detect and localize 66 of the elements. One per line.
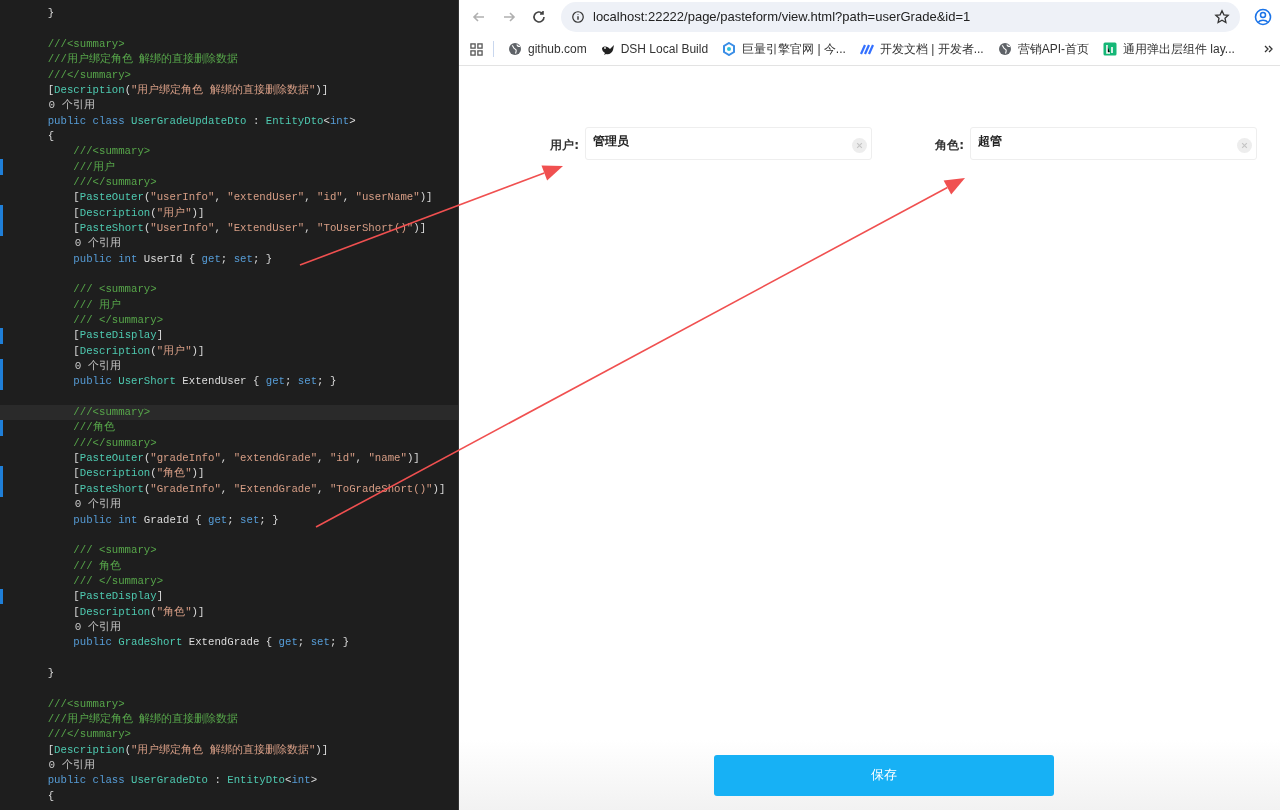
address-bar[interactable]: localhost:22222/page/pasteform/view.html?path=userGrade&id=1 (561, 1, 1240, 32)
chevrons-icon[interactable] (1264, 44, 1274, 54)
code-line: [PasteDisplay] (72, 589, 164, 605)
code-line: ///</summary> (46, 727, 132, 743)
bookmark[interactable]: 巨量引擎官网 | 今... (722, 40, 846, 58)
info-icon[interactable] (571, 9, 585, 24)
code-line: ///角色 (72, 420, 115, 436)
code-line: 0 个引用 (73, 619, 121, 635)
field-label: 角色: (934, 137, 964, 154)
code-line: [PasteDisplay] (72, 328, 164, 344)
bookmark[interactable]: 通用弹出层组件 lay... (1103, 40, 1235, 58)
stripes-logo-icon (859, 42, 874, 56)
code-line: 0 个引用 (73, 359, 121, 375)
code-line: public int UserId { get; set; } (72, 251, 273, 267)
code-line: { (46, 788, 55, 804)
tile-logo-icon (1103, 42, 1117, 56)
swirl-logo-icon (722, 42, 737, 56)
star-icon[interactable] (1214, 8, 1230, 25)
code-line: public class UserGradeUpdateDto : EntityDto<int> (46, 113, 356, 129)
code-line: public int GradeId { get; set; } (72, 512, 279, 528)
code-line: [PasteOuter("gradeInfo", "extendGrade", "id", "name")] (72, 451, 420, 467)
code-line: } (46, 665, 55, 681)
code-line: [Description("用户绑定角色 解绑的直接删除数据")] (46, 742, 329, 758)
code-line: [PasteOuter("userInfo", "extendUser", "id", "userName")] (72, 190, 433, 206)
code-line: public class UserGradeDto : EntityDto<int> (46, 773, 318, 789)
code-line: ///</summary> (72, 435, 157, 451)
code-line: ///用户绑定角色 解绑的直接删除数据 (46, 712, 239, 727)
bookmark[interactable]: 开发文档 | 开发者... (859, 40, 984, 58)
code-line: ///<summary> (72, 405, 151, 421)
code-line: /// 用户 (72, 297, 121, 313)
bookmark[interactable]: DSH Local Build (600, 42, 709, 56)
code-line: ///<summary> (46, 36, 125, 52)
code-line: ///用户绑定角色 解绑的直接删除数据 (46, 52, 239, 68)
code-line: public UserShort ExtendUser { get; set; } (72, 374, 337, 390)
apps-grid-icon[interactable] (470, 42, 483, 56)
code-line: 0 个引用 (47, 98, 95, 114)
code-line: ///用户 (72, 159, 115, 175)
input-field[interactable]: 超管 (970, 127, 1257, 160)
bookmark[interactable]: 营销API-首页 (997, 40, 1089, 58)
profile-icon[interactable] (1254, 7, 1272, 26)
reload-icon[interactable] (531, 8, 547, 25)
code-line: public GradeShort ExtendGrade { get; set; } (72, 635, 350, 651)
input-field[interactable]: 管理员 (585, 127, 872, 160)
code-line: /// <summary> (72, 282, 157, 298)
code-line: ///</summary> (72, 174, 157, 190)
code-line: 0 个引用 (73, 236, 121, 252)
code-line: /// <summary> (72, 543, 157, 559)
code-line: ///<summary> (46, 696, 125, 712)
code-line: ///</summary> (46, 67, 132, 83)
code-line: } (46, 6, 55, 22)
code-line: { (46, 128, 55, 144)
code-line: [Description("用户")] (72, 343, 205, 359)
code-line: 0 个引用 (73, 497, 121, 513)
bookmark[interactable]: github.com (508, 42, 587, 56)
globe-icon (508, 42, 522, 56)
code-line: [Description("用户绑定角色 解绑的直接删除数据")] (46, 82, 329, 98)
code-line: [Description("角色")] (72, 466, 205, 482)
code-line: [Description("用户")] (72, 205, 205, 221)
code-line: /// </summary> (72, 573, 164, 589)
code-line: /// 角色 (72, 558, 121, 574)
code-line: /// </summary> (72, 313, 164, 329)
code-line: [Description("角色")] (72, 604, 205, 620)
globe-icon (997, 42, 1012, 56)
code-line: 0 个引用 (47, 758, 95, 773)
field-label: 用户: (549, 137, 579, 154)
code-line: ///<summary> (72, 144, 151, 160)
